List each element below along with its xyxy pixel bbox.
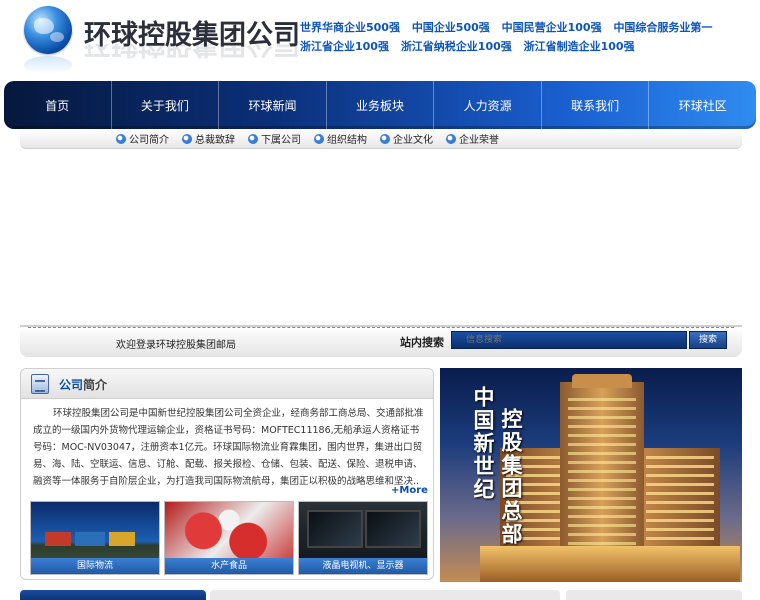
about-title-part2: 简介 [83, 378, 108, 392]
nav-item-home[interactable]: 首页 [4, 81, 112, 129]
subnav-item-subsidiaries[interactable]: 下属公司 [248, 131, 301, 146]
thumb-logistics[interactable]: 国际物流 [30, 501, 160, 575]
nav-item-about[interactable]: 关于我们 [112, 81, 220, 129]
main-nav: 首页 关于我们 环球新闻 业务板块 人力资源 联系我们 环球社区 [4, 81, 756, 129]
thumb-caption: 液晶电视机、显示器 [299, 558, 427, 574]
about-header: 公司简介 [21, 369, 433, 399]
nav-item-business[interactable]: 业务板块 [327, 81, 435, 129]
thumb-lcd[interactable]: 液晶电视机、显示器 [298, 501, 428, 575]
hq-text-col2: 控股集团总部 [499, 408, 524, 546]
subnav-label: 企业文化 [393, 135, 433, 146]
site-search-label: 站内搜索 [400, 336, 444, 349]
bullet-icon [446, 133, 456, 144]
hq-text-col1: 中国新世纪 [471, 386, 496, 501]
subnav-item-culture[interactable]: 企业文化 [380, 131, 433, 146]
thumb-caption: 水产食品 [165, 558, 293, 574]
subnav-item-org-structure[interactable]: 组织结构 [314, 131, 367, 146]
thumb-caption: 国际物流 [31, 558, 159, 574]
ranking-item: 中国综合服务业第一 [613, 21, 713, 34]
bullet-icon [248, 133, 258, 144]
ranking-item: 中国企业500强 [411, 21, 490, 34]
subnav-label: 组织结构 [327, 135, 367, 146]
search-button[interactable]: 搜索 [689, 331, 727, 349]
bottom-tab [20, 590, 206, 600]
nav-item-community[interactable]: 环球社区 [649, 81, 756, 129]
ranking-item: 世界华商企业500强 [300, 21, 400, 34]
rankings-line-1: 世界华商企业500强 中国企业500强 中国民营企业100强 中国综合服务业第一 [300, 18, 750, 37]
bullet-icon [182, 133, 192, 144]
building-base [480, 546, 740, 582]
subnav-label: 总裁致辞 [195, 135, 235, 146]
bullet-icon [116, 133, 126, 144]
divider [28, 327, 734, 328]
subnav-item-president-speech[interactable]: 总裁致辞 [182, 131, 235, 146]
rankings-line-2: 浙江省企业100强 浙江省纳税企业100强 浙江省制造企业100强 [300, 37, 750, 56]
subnav-item-honors[interactable]: 企业荣誉 [446, 131, 499, 146]
sub-nav: 公司简介 总裁致辞 下属公司 组织结构 企业文化 企业荣誉 [20, 129, 742, 149]
bullet-icon [314, 133, 324, 144]
ranking-item: 浙江省纳税企业100强 [400, 40, 512, 53]
about-panel: 公司简介 环球控股集团公司是中国新世纪控股集团公司全资企业，经商务部工商总局、交… [20, 368, 434, 580]
nav-item-news[interactable]: 环球新闻 [219, 81, 327, 129]
rankings: 世界华商企业500强 中国企业500强 中国民营企业100强 中国综合服务业第一… [300, 18, 750, 56]
nav-item-contact[interactable]: 联系我们 [542, 81, 650, 129]
about-body: 环球控股集团公司是中国新世纪控股集团公司全资企业，经商务部工商总局、交通部批准成… [33, 408, 424, 487]
search-bar: 欢迎登录环球控股集团邮局 站内搜索 搜索 [20, 325, 742, 357]
nav-item-hr[interactable]: 人力资源 [434, 81, 542, 129]
monitor-shape [307, 510, 363, 548]
bottom-tab [210, 590, 560, 600]
ranking-item: 浙江省企业100强 [300, 40, 389, 53]
subnav-label: 下属公司 [261, 135, 301, 146]
about-title: 公司简介 [59, 376, 107, 393]
container-shape [75, 532, 105, 546]
header: 环球控股集团公司 环球控股集团公司 世界华商企业500强 中国企业500强 中国… [0, 0, 760, 80]
bottom-tab [566, 590, 742, 600]
monitor-shape [365, 510, 421, 548]
about-title-part1: 公司 [59, 378, 84, 392]
globe-reflection [24, 56, 72, 74]
thumb-seafood[interactable]: 水产食品 [164, 501, 294, 575]
subnav-label: 公司简介 [129, 135, 169, 146]
container-shape [109, 532, 135, 546]
page: 环球控股集团公司 环球控股集团公司 世界华商企业500强 中国企业500强 中国… [0, 0, 760, 600]
document-icon [31, 374, 49, 394]
logo-reflection: 环球控股集团公司 [84, 44, 300, 66]
headquarters-image: 中国新世纪 控股集团总部 [440, 368, 742, 582]
subnav-item-profile[interactable]: 公司简介 [116, 131, 169, 146]
container-shape [45, 532, 71, 546]
bullet-icon [380, 133, 390, 144]
subnav-label: 企业荣誉 [459, 135, 499, 146]
ranking-item: 中国民营企业100强 [501, 21, 602, 34]
ranking-item: 浙江省制造企业100强 [523, 40, 635, 53]
search-input[interactable] [451, 331, 687, 349]
more-link[interactable]: +More [391, 485, 428, 496]
welcome-text: 欢迎登录环球控股集团邮局 [116, 340, 236, 351]
globe-logo-icon[interactable] [24, 6, 72, 54]
